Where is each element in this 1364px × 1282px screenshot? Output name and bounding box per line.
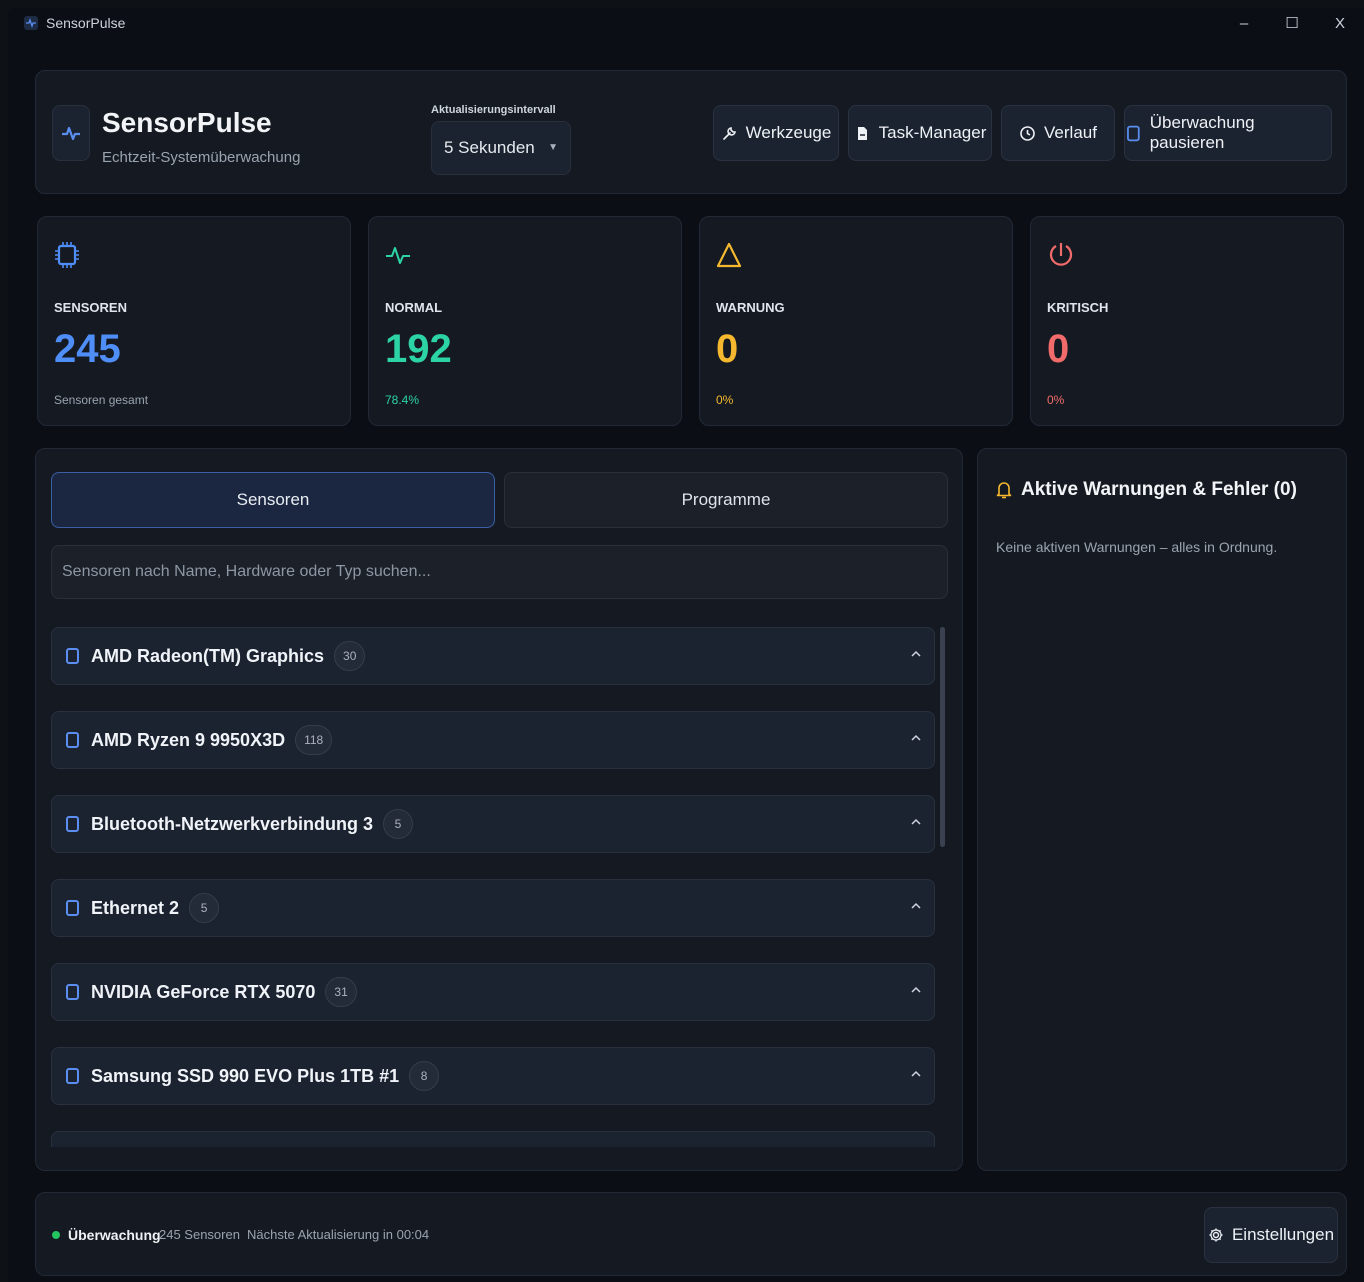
sensor-panel: Sensoren Programme Sensoren nach Name, H…: [35, 448, 963, 1171]
sensor-group-list: AMD Radeon(TM) Graphics 30 AMD Ryzen 9 9…: [51, 627, 937, 1147]
task-manager-label: Task-Manager: [878, 123, 987, 142]
status-dot-icon: [52, 1231, 60, 1239]
group-count-badge: 118: [295, 725, 333, 755]
settings-label: Einstellungen: [1231, 1225, 1335, 1244]
group-name: Samsung SSD 990 EVO Plus 1TB #1: [91, 1065, 400, 1086]
title-bar: SensorPulse – ☐ X: [8, 8, 1364, 38]
device-icon: [66, 648, 79, 664]
group-name: Ethernet 2: [91, 897, 180, 918]
close-button[interactable]: X: [1316, 8, 1364, 38]
stat-subtext: 0%: [1047, 393, 1065, 407]
warning-triangle-icon: [716, 242, 742, 268]
stat-card-normal: NORMAL 192 78.4%: [368, 216, 682, 426]
tab-programs[interactable]: Programme: [504, 472, 948, 528]
chevron-up-icon: [911, 818, 921, 825]
interval-value: 5 Sekunden: [444, 138, 535, 157]
sensor-count: 245 Sensoren: [159, 1227, 240, 1242]
stat-subtext: Sensoren gesamt: [54, 393, 149, 407]
device-icon: [66, 984, 79, 1000]
group-count-badge: 31: [325, 977, 357, 1007]
pulse-icon: [386, 247, 410, 264]
device-icon: [66, 1068, 79, 1084]
chevron-up-icon: [911, 902, 921, 909]
brand-subtitle: Echtzeit-Systemüberwachung: [102, 149, 301, 166]
pause-monitoring-button[interactable]: Überwachung pausieren: [1124, 105, 1332, 161]
stat-label: SENSOREN: [54, 300, 127, 315]
group-name: AMD Radeon(TM) Graphics: [91, 645, 325, 666]
sensor-group[interactable]: Ethernet 2 5: [51, 879, 935, 937]
stat-value: 0: [1047, 327, 1070, 371]
stat-label: NORMAL: [385, 300, 443, 315]
group-name: NVIDIA GeForce RTX 5070: [91, 981, 316, 1002]
device-icon: [66, 732, 79, 748]
settings-button[interactable]: Einstellungen: [1204, 1207, 1338, 1263]
pause-monitoring-label: Überwachung pausieren: [1149, 113, 1255, 152]
square-icon: [1127, 125, 1140, 141]
chevron-up-icon: [911, 1070, 921, 1077]
group-count-badge: 5: [189, 893, 220, 923]
stat-card-sensors: SENSOREN 245 Sensoren gesamt: [37, 216, 351, 426]
warnings-title: Aktive Warnungen & Fehler (0): [1021, 479, 1297, 500]
stat-label: WARNUNG: [716, 300, 785, 315]
interval-dropdown[interactable]: 5 Sekunden ▼: [431, 121, 571, 175]
tools-label: Werkzeuge: [745, 123, 832, 142]
window-title: SensorPulse: [46, 15, 126, 31]
tools-button[interactable]: Werkzeuge: [713, 105, 839, 161]
sensor-group[interactable]: Samsung SSD 990 EVO Plus 1TB #1 8: [51, 1047, 935, 1105]
power-icon: [1049, 243, 1073, 266]
document-icon: [857, 126, 867, 140]
task-manager-button[interactable]: Task-Manager: [848, 105, 992, 161]
group-name: AMD Ryzen 9 9950X3D: [91, 729, 286, 750]
sensor-group[interactable]: NVIDIA GeForce RTX 5070 31: [51, 963, 935, 1021]
brand-name: SensorPulse: [102, 107, 272, 138]
chevron-up-icon: [911, 650, 921, 657]
chip-icon: [55, 242, 79, 268]
caret-down-icon: ▼: [548, 142, 558, 153]
app-window: SensorPulse – ☐ X SensorPulse Echtzeit-S…: [8, 8, 1364, 1282]
maximize-button[interactable]: ☐: [1268, 8, 1316, 38]
history-label: Verlauf: [1044, 123, 1097, 142]
interval-label: Aktualisierungsintervall: [431, 104, 556, 116]
stat-card-critical: KRITISCH 0 0%: [1030, 216, 1344, 426]
wrench-icon: [722, 126, 736, 140]
group-count-badge: 8: [409, 1061, 440, 1091]
app-pulse-icon: [24, 16, 38, 30]
group-name: Bluetooth-Netzwerkverbindung 3: [91, 813, 374, 834]
history-button[interactable]: Verlauf: [1001, 105, 1115, 161]
device-icon: [66, 816, 79, 832]
next-update: Nächste Aktualisierung in 00:04: [247, 1227, 430, 1242]
stat-card-warning: WARNUNG 0 0%: [699, 216, 1013, 426]
stat-value: 192: [385, 327, 452, 371]
chevron-up-icon: [911, 734, 921, 741]
minimize-button[interactable]: –: [1220, 8, 1268, 38]
stat-label: KRITISCH: [1047, 300, 1109, 315]
tab-sensors[interactable]: Sensoren: [51, 472, 495, 528]
chevron-up-icon: [911, 986, 921, 993]
app-header: SensorPulse Echtzeit-Systemüberwachung A…: [35, 70, 1347, 194]
warnings-empty-message: Keine aktiven Warnungen – alles in Ordnu…: [996, 539, 1278, 555]
device-icon: [66, 900, 79, 916]
stat-value: 0: [716, 327, 739, 371]
sensor-group[interactable]: AMD Radeon(TM) Graphics 30: [51, 627, 935, 685]
bell-icon: [996, 482, 1012, 499]
logo-pulse-icon: [52, 105, 90, 161]
list-scrollbar[interactable]: [940, 627, 945, 847]
status-bar: Überwachung 245 Sensoren Nächste Aktuali…: [35, 1192, 1347, 1276]
stat-subtext: 0%: [716, 393, 734, 407]
warnings-panel: Aktive Warnungen & Fehler (0) Keine akti…: [977, 448, 1347, 1171]
group-count-badge: 30: [334, 641, 366, 671]
sensor-search-input[interactable]: Sensoren nach Name, Hardware oder Typ su…: [51, 545, 948, 599]
sensor-group[interactable]: AMD Ryzen 9 9950X3D 118: [51, 711, 935, 769]
stat-value: 245: [54, 327, 121, 371]
group-count-badge: 5: [383, 809, 414, 839]
sensor-group-partial[interactable]: [51, 1131, 935, 1147]
monitoring-status: Überwachung: [68, 1227, 161, 1243]
stat-subtext: 78.4%: [385, 393, 420, 407]
gear-icon: [1209, 1228, 1223, 1242]
clock-icon: [1020, 125, 1035, 141]
sensor-group[interactable]: Bluetooth-Netzwerkverbindung 3 5: [51, 795, 935, 853]
